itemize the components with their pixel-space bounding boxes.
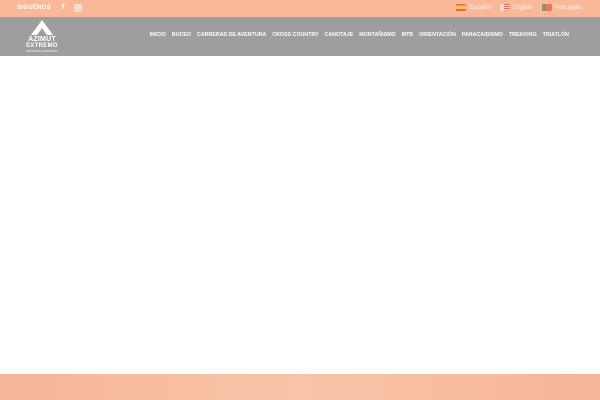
mountain-logo-icon xyxy=(31,20,53,35)
nav-item-orientacion[interactable]: ORIENTACIÓN xyxy=(419,32,456,38)
spain-flag-icon xyxy=(456,4,467,11)
logo-text-line2: EXTREMO xyxy=(26,43,58,49)
language-option-english[interactable]: English xyxy=(499,4,533,11)
instagram-icon[interactable] xyxy=(74,4,82,12)
nav-item-montanismo[interactable]: MONTAÑISMO xyxy=(359,32,395,38)
facebook-icon[interactable]: f xyxy=(59,4,67,12)
nav-item-paracaidismo[interactable]: PARACAIDISMO xyxy=(462,32,503,38)
language-option-portuguese[interactable]: Português xyxy=(541,4,582,11)
nav-item-cross-country[interactable]: CROSS COUNTRY xyxy=(272,32,318,38)
top-bar: SIGUENOS f Español English Português xyxy=(0,0,600,17)
nav-item-triatlon[interactable]: TRIATLÓN xyxy=(543,32,569,38)
follow-us-label: SIGUENOS xyxy=(17,5,52,11)
language-label: English xyxy=(512,4,533,11)
site-footer xyxy=(0,374,600,400)
portugal-flag-icon xyxy=(541,4,552,11)
nav-item-inicio[interactable]: INICIO xyxy=(150,32,166,38)
nav-item-mtb[interactable]: MTB xyxy=(402,32,413,38)
logo-tagline: DEPORTES AVENTURAS xyxy=(26,50,58,53)
site-header: AZIMUT EXTREMO DEPORTES AVENTURAS INICIO… xyxy=(0,17,600,56)
site-logo[interactable]: AZIMUT EXTREMO DEPORTES AVENTURAS xyxy=(22,19,62,55)
nav-item-trekking[interactable]: TREKKING xyxy=(509,32,537,38)
nav-item-canotaje[interactable]: CANOTAJE xyxy=(325,32,354,38)
logo-text-line1: AZIMUT xyxy=(28,36,56,43)
uk-flag-icon xyxy=(499,4,510,11)
language-label: Português xyxy=(554,4,582,11)
language-option-spanish[interactable]: Español xyxy=(456,4,491,11)
nav-item-carreras-de-aventura[interactable]: CARRERAS DE AVENTURA xyxy=(197,32,266,38)
page-content xyxy=(0,56,600,374)
nav-item-buceo[interactable]: BUCEO xyxy=(172,32,191,38)
main-navigation: INICIO BUCEO CARRERAS DE AVENTURA CROSS … xyxy=(150,32,569,38)
language-label: Español xyxy=(469,4,491,11)
language-switcher: Español English Português xyxy=(456,4,582,11)
